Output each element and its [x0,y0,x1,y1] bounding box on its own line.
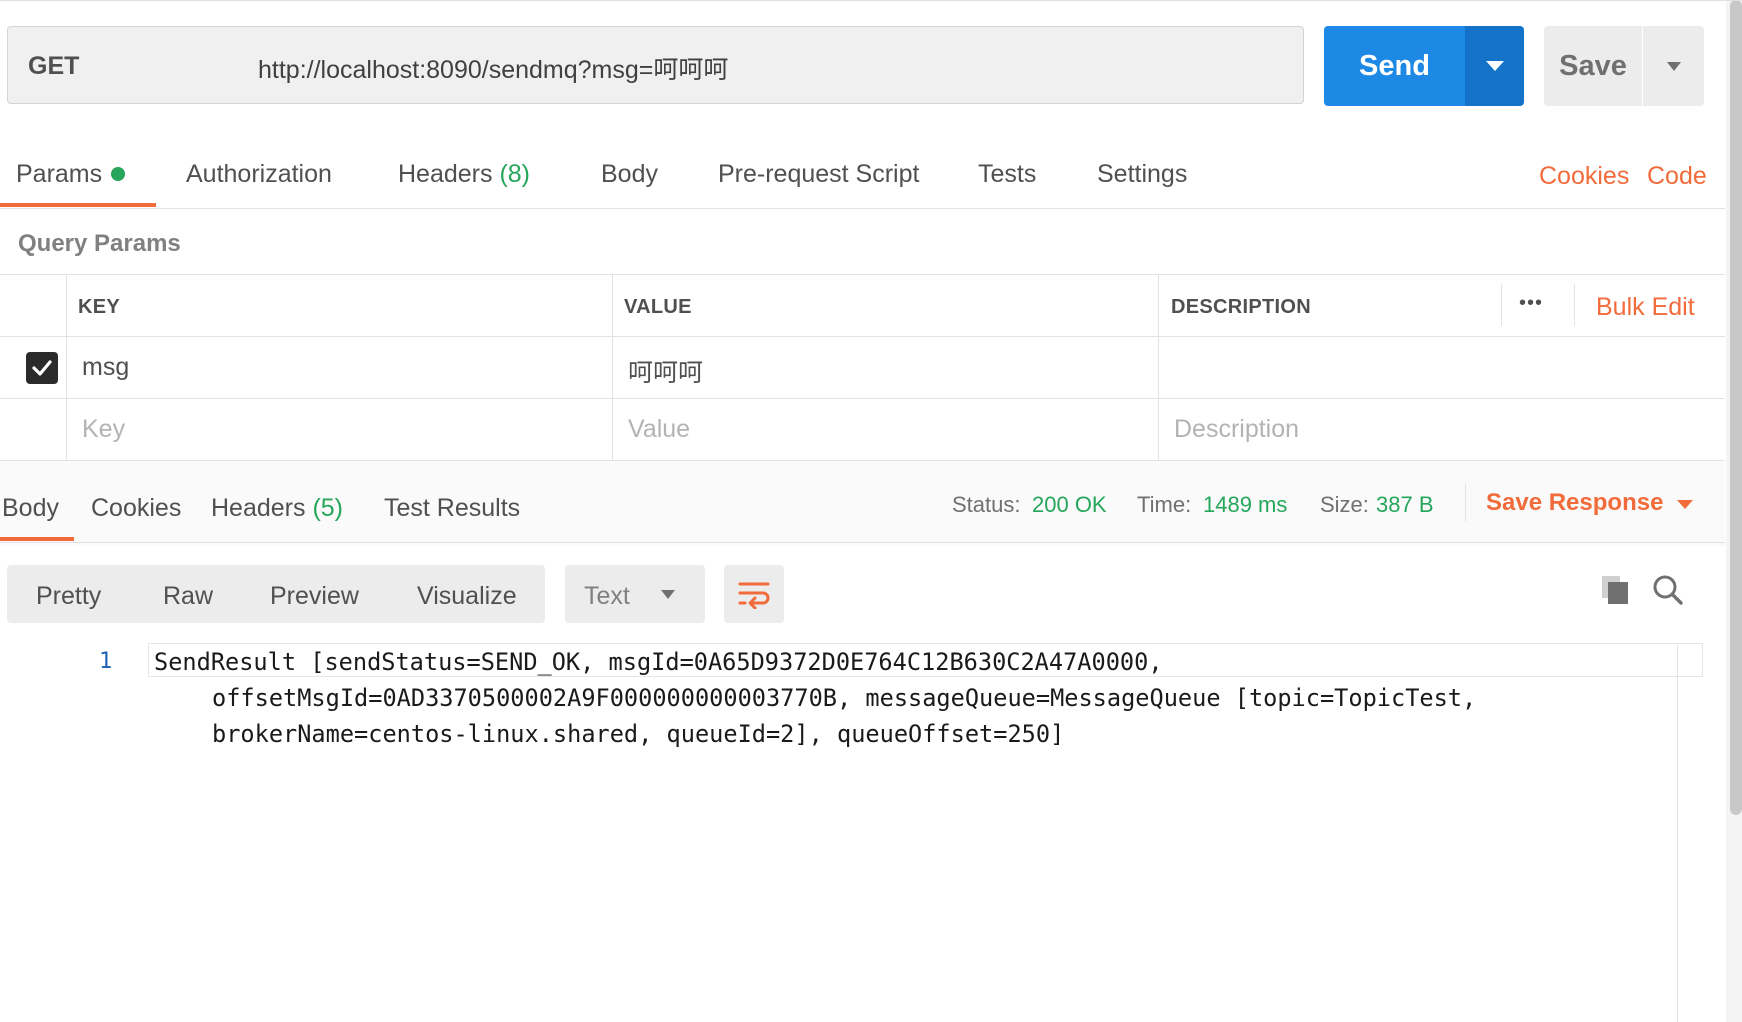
response-headers-count: (5) [312,494,344,522]
editor-right-border [1677,645,1678,1022]
response-line: SendResult [sendStatus=SEND_OK, msgId=0A… [154,648,1163,676]
column-divider [1574,284,1575,326]
response-tab-active-indicator [0,537,74,541]
chevron-down-icon [1485,61,1504,71]
response-line: offsetMsgId=0AD3370500002A9F000000000003… [212,684,1477,712]
tabs-divider [0,208,1725,209]
wrap-icon [738,582,770,609]
send-label: Send [1359,49,1430,82]
save-button[interactable]: Save [1544,26,1642,106]
time-value: 1489 ms [1203,492,1288,517]
table-divider [0,336,1725,337]
response-tab-headers[interactable]: Headers (5) [211,494,343,523]
search-icon[interactable] [1652,574,1684,611]
headers-count: (8) [499,160,531,188]
tab-pre-request-script[interactable]: Pre-request Script [718,160,919,189]
wrap-lines-button[interactable] [724,565,784,623]
code-link[interactable]: Code [1647,162,1707,191]
tab-tests[interactable]: Tests [978,160,1036,189]
copy-icon[interactable] [1600,574,1630,611]
divider [1465,484,1466,522]
status-label: Status: [952,492,1021,517]
time-label: Time: [1137,492,1192,517]
description-input[interactable]: Description [1174,415,1299,444]
bulk-edit-link[interactable]: Bulk Edit [1596,293,1695,322]
response-line: brokerName=centos-linux.shared, queueId=… [212,720,1065,748]
tab-active-indicator [0,203,156,207]
format-select-label: Text [584,582,630,610]
value-input[interactable]: Value [628,415,690,444]
query-params-title: Query Params [18,230,181,257]
status-value: 200 OK [1032,492,1107,517]
param-checkbox[interactable] [26,352,58,384]
preview-button[interactable]: Preview [270,582,359,611]
save-dropdown-button[interactable] [1643,26,1704,106]
size-label: Size: [1320,492,1369,517]
send-dropdown-button[interactable] [1465,26,1524,106]
column-divider [66,274,67,461]
tab-headers[interactable]: Headers (8) [398,160,530,189]
top-divider [0,0,1742,1]
more-options-icon[interactable]: ••• [1519,292,1543,315]
size-value: 387 B [1376,492,1434,517]
table-divider [0,398,1725,399]
param-key[interactable]: msg [82,353,129,382]
column-divider [612,274,613,461]
table-divider [0,274,1725,275]
column-header-value: VALUE [624,296,692,318]
pretty-button[interactable]: Pretty [36,582,101,611]
send-button[interactable]: Send [1324,26,1465,106]
column-header-description: DESCRIPTION [1171,296,1311,318]
response-tab-test-results[interactable]: Test Results [384,494,520,523]
key-input[interactable]: Key [82,415,125,444]
visualize-button[interactable]: Visualize [417,582,517,611]
line-number: 1 [99,649,113,674]
chevron-down-icon [661,590,675,599]
response-tab-cookies[interactable]: Cookies [91,494,181,523]
tab-settings[interactable]: Settings [1097,160,1187,189]
save-label: Save [1559,49,1627,82]
column-divider [1501,284,1502,326]
check-icon [32,360,52,376]
raw-button[interactable]: Raw [163,582,213,611]
url-text: http://localhost:8090/sendmq?msg=呵呵呵 [258,56,729,84]
tab-authorization[interactable]: Authorization [186,160,332,189]
chevron-down-icon[interactable] [1677,500,1693,509]
column-divider [1158,274,1159,461]
tab-body[interactable]: Body [601,160,658,189]
method-label: GET [28,52,80,80]
cookies-link[interactable]: Cookies [1539,162,1629,191]
tab-params[interactable]: Params [16,160,102,189]
param-value[interactable]: 呵呵呵 [628,353,703,389]
column-header-key: KEY [78,296,121,318]
response-tab-body[interactable]: Body [2,494,59,523]
chevron-down-icon [1666,61,1681,71]
save-response-button[interactable]: Save Response [1486,489,1663,517]
response-divider [0,542,1725,543]
scrollbar[interactable] [1730,0,1742,815]
params-active-dot [111,167,125,181]
